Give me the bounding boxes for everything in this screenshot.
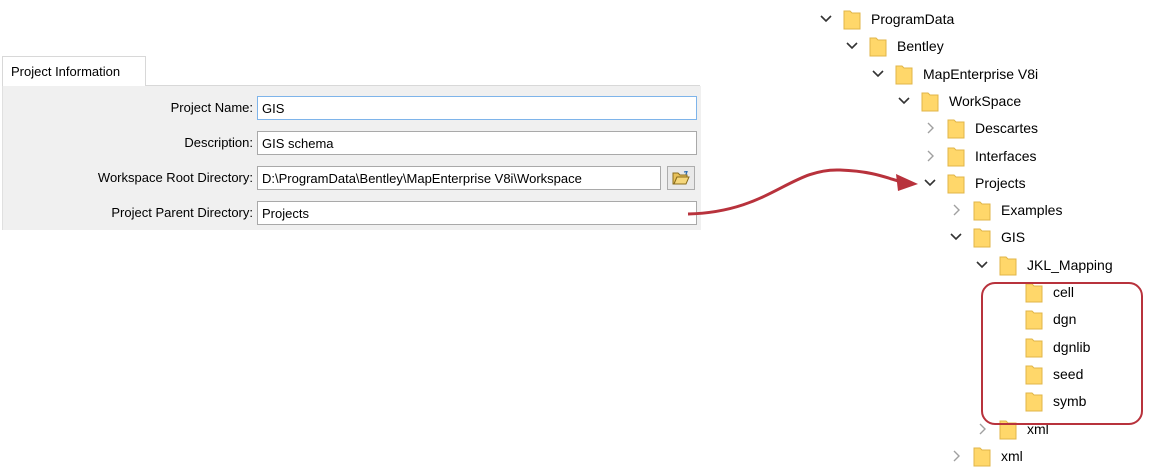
project-parent-row: Project Parent Directory: Projects <box>3 201 701 225</box>
chevron-down-icon[interactable] <box>819 12 833 26</box>
project-name-row: Project Name: GIS <box>3 96 701 120</box>
tree-item[interactable]: ProgramData <box>819 6 954 32</box>
tree-item[interactable]: JKL_Mapping <box>975 252 1113 278</box>
browse-button[interactable] <box>667 166 695 190</box>
tree-item-label: ProgramData <box>871 11 955 27</box>
tree-item-label: Examples <box>1001 202 1063 219</box>
tree-item[interactable]: xml <box>949 443 1023 469</box>
folder-icon <box>973 445 991 467</box>
tree-item-label: GIS <box>1001 229 1026 246</box>
tree-item-label: JKL_Mapping <box>1027 256 1113 273</box>
tree-item[interactable]: Interfaces <box>923 143 1036 169</box>
chevron-right-icon[interactable] <box>949 449 963 463</box>
chevron-down-icon[interactable] <box>949 230 963 244</box>
tab-project-information[interactable]: Project Information <box>2 56 146 86</box>
folder-icon <box>895 63 913 85</box>
chevron-right-icon[interactable] <box>923 121 937 135</box>
tab-label: Project Information <box>11 64 121 79</box>
workspace-root-row: Workspace Root Directory: D:\ProgramData… <box>3 166 701 190</box>
folder-icon <box>973 199 991 221</box>
tree-item-label: WorkSpace <box>949 92 1022 109</box>
chevron-right-icon[interactable] <box>923 149 937 163</box>
folder-icon <box>921 90 939 112</box>
chevron-down-icon[interactable] <box>845 39 859 53</box>
folder-icon <box>843 8 861 30</box>
tree-item-label: MapEnterprise V8i <box>923 65 1039 82</box>
tree-item-label: xml <box>1001 447 1023 464</box>
tree-item[interactable]: Examples <box>949 197 1062 223</box>
tree-item-label: Bentley <box>897 38 944 55</box>
folder-icon <box>947 172 965 194</box>
tree-item[interactable]: WorkSpace <box>897 88 1021 114</box>
project-name-input[interactable]: GIS <box>257 96 697 120</box>
chevron-down-icon[interactable] <box>871 67 885 81</box>
open-folder-icon <box>672 170 690 184</box>
tree-item[interactable]: Descartes <box>923 115 1038 141</box>
tree-item-label: Projects <box>975 174 1026 191</box>
folder-icon <box>947 145 965 167</box>
folder-icon <box>999 254 1017 276</box>
description-input[interactable]: GIS schema <box>257 131 697 155</box>
folder-icon <box>973 226 991 248</box>
chevron-down-icon[interactable] <box>923 176 937 190</box>
workspace-root-input[interactable]: D:\ProgramData\Bentley\MapEnterprise V8i… <box>257 166 661 190</box>
workspace-root-label: Workspace Root Directory: <box>97 170 253 185</box>
tree-item[interactable]: Bentley <box>845 33 944 59</box>
tree-item-label: Descartes <box>975 120 1039 137</box>
project-parent-input[interactable]: Projects <box>257 201 697 225</box>
project-parent-label: Project Parent Directory: <box>111 205 253 220</box>
tree-item[interactable]: MapEnterprise V8i <box>871 61 1038 87</box>
description-row: Description: GIS schema <box>3 131 701 155</box>
tree-item-label: Interfaces <box>975 147 1037 164</box>
project-name-label: Project Name: <box>170 100 253 115</box>
highlight-box <box>981 282 1143 425</box>
chevron-down-icon[interactable] <box>975 258 989 272</box>
folder-icon <box>869 35 887 57</box>
project-information-panel: Project Name: GIS Description: GIS schem… <box>2 86 701 230</box>
chevron-down-icon[interactable] <box>897 94 911 108</box>
tree-item[interactable]: GIS <box>949 224 1025 250</box>
chevron-right-icon[interactable] <box>975 422 989 436</box>
chevron-right-icon[interactable] <box>949 203 963 217</box>
tree-item[interactable]: Projects <box>923 170 1026 196</box>
folder-icon <box>947 117 965 139</box>
description-label: Description: <box>184 135 253 150</box>
